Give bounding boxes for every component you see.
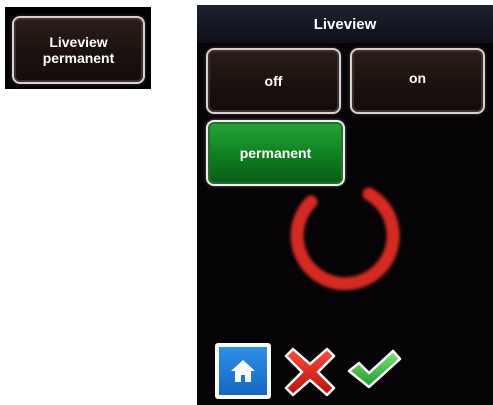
screen-title-text: Liveview	[313, 15, 377, 33]
option-permanent-label: permanent	[239, 145, 312, 161]
confirm-check-icon[interactable]	[345, 343, 403, 397]
cancel-x-icon[interactable]	[283, 345, 337, 399]
permanent-label: permanent	[42, 50, 115, 66]
bottom-action-bar	[197, 335, 493, 405]
liveview-label: Liveview	[49, 34, 108, 50]
home-button[interactable]	[215, 343, 271, 399]
liveview-screen: Liveview off on permanent	[197, 5, 493, 405]
loading-spinner-icon	[290, 187, 400, 291]
option-on-label: on	[408, 70, 427, 86]
option-on-button[interactable]: on	[350, 48, 485, 114]
liveview-permanent-button[interactable]: Liveview permanent	[12, 16, 145, 84]
liveview-summary-panel: Liveview permanent	[5, 7, 151, 89]
home-icon	[219, 347, 267, 395]
option-off-label: off	[264, 73, 283, 89]
option-off-button[interactable]: off	[206, 48, 341, 114]
screen-title: Liveview	[197, 5, 493, 43]
